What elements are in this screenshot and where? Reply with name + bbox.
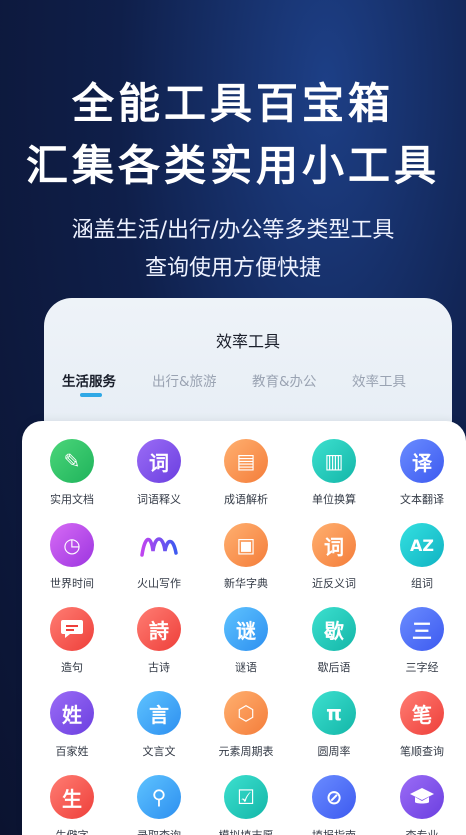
tool-idiom-analysis[interactable]: ▤ 成语解析 xyxy=(202,439,290,507)
translate-icon: 译 xyxy=(400,439,444,483)
ci-icon: 词 xyxy=(137,439,181,483)
tool-label: 圆周率 xyxy=(317,745,351,758)
tool-label: 生僻字 xyxy=(28,827,116,835)
compass-icon: ⊘ xyxy=(312,775,356,819)
tools-grid: ✎ 实用文档 词 词语释义 ▤ 成语解析 ▥ 单位换算 译 文本翻译 ◷ 世界时… xyxy=(22,439,466,835)
card-title: 效率工具 xyxy=(215,332,280,351)
tool-text-translate[interactable]: 译 文本翻译 xyxy=(378,439,466,507)
hero-subtitle-line1: 涵盖生活/出行/办公等多类型工具 xyxy=(71,218,395,243)
tool-label: 单位换算 xyxy=(312,493,356,506)
tools-row: ◷ 世界时间 火山写作 ▣ 新华字典 词 近反义词 AZ 组词 xyxy=(22,523,466,607)
tool-label: 填报指南 xyxy=(290,827,378,835)
tab-travel[interactable]: 出行&旅游 xyxy=(152,370,217,390)
document-icon: ✎ xyxy=(50,439,94,483)
tool-label: 造句 xyxy=(61,661,83,674)
tool-hundred-surnames[interactable]: 姓 百家姓 xyxy=(28,691,116,759)
tool-admission-query[interactable]: ⚲ 录取查询 xyxy=(115,775,203,835)
tool-periodic-table[interactable]: ⬡ 元素周期表 xyxy=(202,691,290,759)
tab-life-service[interactable]: 生活服务 xyxy=(62,370,116,390)
tool-xinhua-dictionary[interactable]: ▣ 新华字典 xyxy=(202,523,290,591)
tool-synonyms[interactable]: 词 近反义词 xyxy=(290,523,378,591)
volcano-writing-icon xyxy=(137,523,181,567)
tool-sentence-making[interactable]: 造句 xyxy=(28,607,116,675)
tool-word-definition[interactable]: 词 词语释义 xyxy=(115,439,203,507)
tool-label: 录取查询 xyxy=(115,827,203,835)
hero-subtitle-line2: 查询使用方便快捷 xyxy=(144,256,321,281)
yan-icon: 言 xyxy=(137,691,181,735)
tool-major-lookup[interactable]: 查专业 xyxy=(378,775,466,835)
tool-classical-chinese[interactable]: 言 文言文 xyxy=(115,691,203,759)
ge-icon: 歇 xyxy=(312,607,356,651)
tool-unit-conversion[interactable]: ▥ 单位换算 xyxy=(290,439,378,507)
checklist-icon: ☑ xyxy=(224,775,268,819)
hero-title-line1: 全能工具百宝箱 xyxy=(71,79,394,128)
hero-section: 全能工具百宝箱 汇集各类实用小工具 涵盖生活/出行/办公等多类型工具 查询使用方… xyxy=(0,0,466,300)
grad-cap-icon xyxy=(400,775,444,819)
sheng-icon: 生 xyxy=(50,775,94,819)
category-tabs: 生活服务 出行&旅游 教育&办公 效率工具 xyxy=(62,370,442,400)
tools-row: 姓 百家姓 言 文言文 ⬡ 元素周期表 π 圆周率 笔 笔顺查询 xyxy=(22,691,466,775)
tool-label: 歇后语 xyxy=(317,661,351,674)
tool-label: 组词 xyxy=(411,577,433,590)
tool-rare-characters[interactable]: 生 生僻字 xyxy=(28,775,116,835)
tool-label: 实用文档 xyxy=(50,493,94,506)
tool-application-guide[interactable]: ⊘ 填报指南 xyxy=(290,775,378,835)
tool-ancient-poetry[interactable]: 詩 古诗 xyxy=(115,607,203,675)
search-person-icon: ⚲ xyxy=(137,775,181,819)
tool-label: 百家姓 xyxy=(55,745,89,758)
ruler-icon: ▥ xyxy=(312,439,356,483)
tool-label: 查专业 xyxy=(378,827,466,835)
tool-label: 文言文 xyxy=(142,745,176,758)
tool-label: 近反义词 xyxy=(312,577,356,590)
tool-word-group[interactable]: AZ 组词 xyxy=(378,523,466,591)
shi-icon: 詩 xyxy=(137,607,181,651)
globe-clock-icon: ◷ xyxy=(50,523,94,567)
tool-label: 火山写作 xyxy=(137,577,181,590)
bi-icon: 笔 xyxy=(400,691,444,735)
active-tab-indicator xyxy=(80,393,102,397)
tool-label: 元素周期表 xyxy=(218,745,274,758)
tool-practical-docs[interactable]: ✎ 实用文档 xyxy=(28,439,116,507)
tool-label: 古诗 xyxy=(148,661,170,674)
tool-pi[interactable]: π 圆周率 xyxy=(290,691,378,759)
tool-label: 成语解析 xyxy=(224,493,268,506)
chat-bubble-icon xyxy=(50,607,94,651)
tool-xiehouyu[interactable]: 歇 歇后语 xyxy=(290,607,378,675)
tool-mock-application[interactable]: ☑ 模拟填志愿 xyxy=(202,775,290,835)
book-icon: ▣ xyxy=(224,523,268,567)
tools-panel: ✎ 实用文档 词 词语释义 ▤ 成语解析 ▥ 单位换算 译 文本翻译 ◷ 世界时… xyxy=(22,421,466,835)
pi-icon: π xyxy=(312,691,356,735)
hero-title-line2: 汇集各类实用小工具 xyxy=(25,141,440,190)
tool-world-time[interactable]: ◷ 世界时间 xyxy=(28,523,116,591)
doc-clock-icon: ▤ xyxy=(224,439,268,483)
tool-label: 文本翻译 xyxy=(400,493,444,506)
tool-label: 词语释义 xyxy=(137,493,181,506)
san-icon: 三 xyxy=(400,607,444,651)
tool-label: 笔顺查询 xyxy=(400,745,444,758)
tool-label: 模拟填志愿 xyxy=(202,827,290,835)
tools-row: ✎ 实用文档 词 词语释义 ▤ 成语解析 ▥ 单位换算 译 文本翻译 xyxy=(22,439,466,523)
tool-label: 谜语 xyxy=(235,661,257,674)
tool-three-character-classic[interactable]: 三 三字经 xyxy=(378,607,466,675)
tool-label: 世界时间 xyxy=(50,577,94,590)
az-card-icon: AZ xyxy=(400,523,444,567)
tools-row: 生 生僻字 ⚲ 录取查询 ☑ 模拟填志愿 ⊘ 填报指南 查专业 xyxy=(22,775,466,835)
tool-label: 新华字典 xyxy=(224,577,268,590)
tab-education-office[interactable]: 教育&办公 xyxy=(252,370,317,390)
periodic-icon: ⬡ xyxy=(224,691,268,735)
ci-icon: 词 xyxy=(312,523,356,567)
tool-riddles[interactable]: 谜 谜语 xyxy=(202,607,290,675)
tool-volcano-writing[interactable]: 火山写作 xyxy=(115,523,203,591)
xing-icon: 姓 xyxy=(50,691,94,735)
tools-row: 造句 詩 古诗 谜 谜语 歇 歇后语 三 三字经 xyxy=(22,607,466,691)
tool-label: 三字经 xyxy=(405,661,439,674)
tool-stroke-order[interactable]: 笔 笔顺查询 xyxy=(378,691,466,759)
tab-efficiency[interactable]: 效率工具 xyxy=(352,370,406,390)
mi-icon: 谜 xyxy=(224,607,268,651)
